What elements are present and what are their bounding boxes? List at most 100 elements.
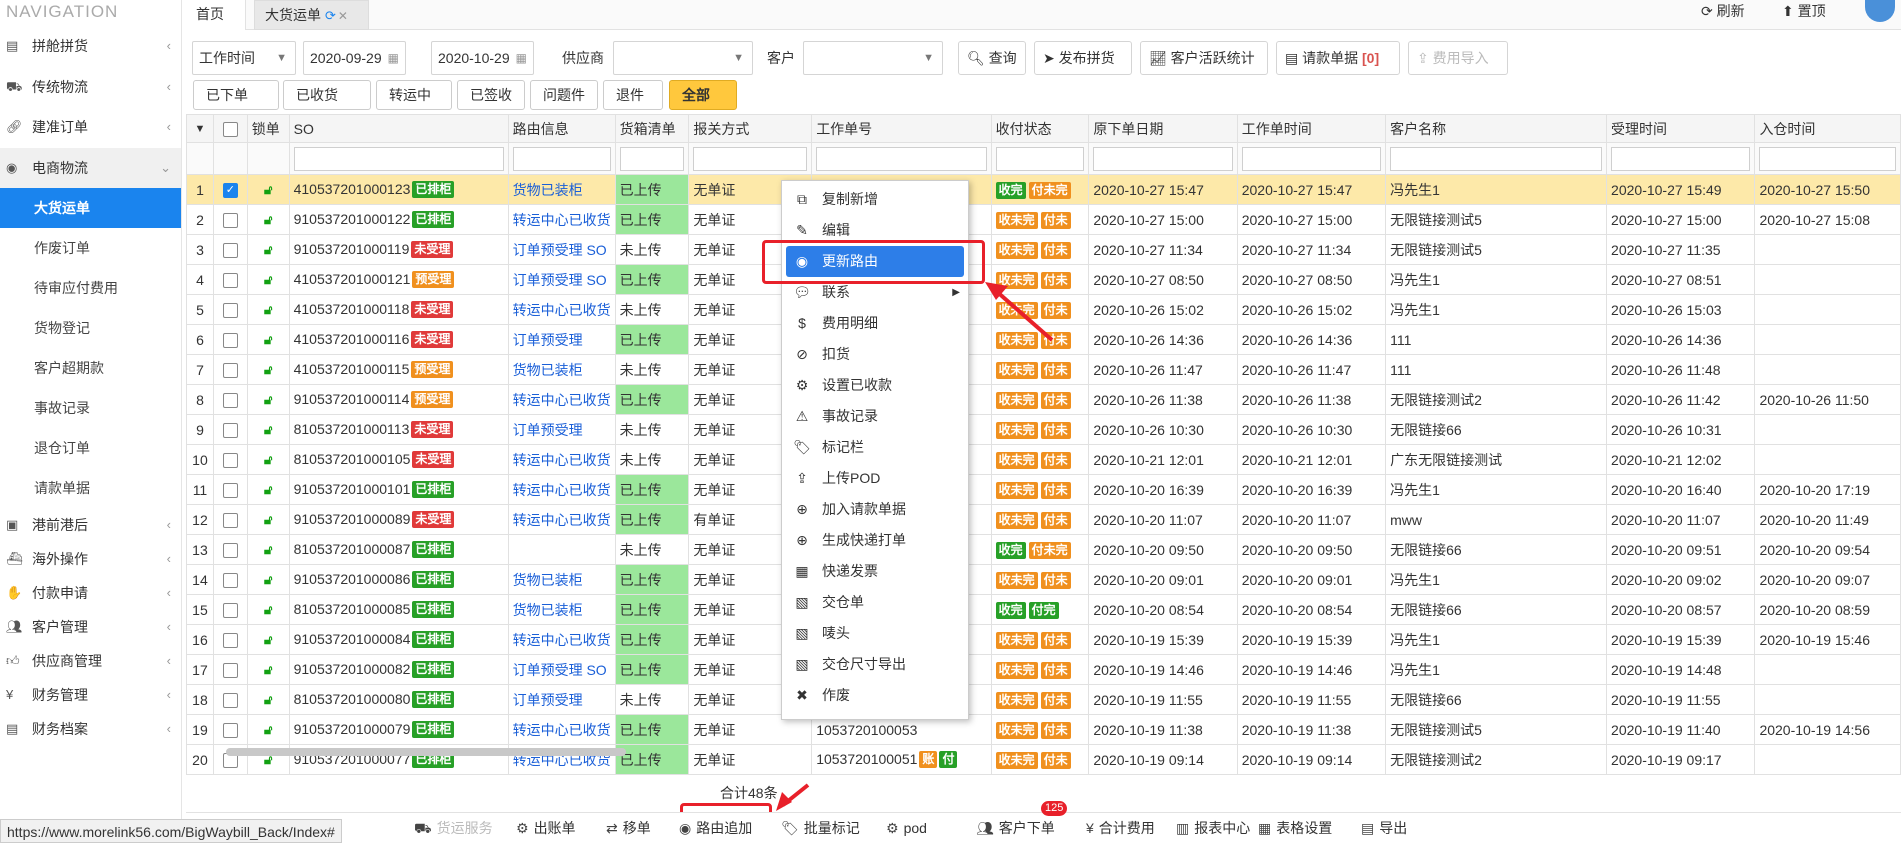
route-cell[interactable]: 货物已装柜 bbox=[507, 354, 616, 385]
row-checkbox[interactable] bbox=[212, 684, 248, 715]
context-menu-item[interactable]: 🏷︎ 标记栏 bbox=[782, 432, 968, 463]
unlock-icon[interactable]: 🔓︎ bbox=[264, 452, 272, 467]
so-cell[interactable]: 910537201000082 已排柜 bbox=[288, 654, 509, 685]
request-button[interactable]: ▤ 请款单据 [0] bbox=[1276, 41, 1400, 75]
status-filter[interactable]: 转运中8 bbox=[376, 80, 452, 132]
unlock-icon[interactable]: 🔓︎ bbox=[264, 212, 272, 227]
checkbox[interactable] bbox=[222, 272, 238, 288]
table-row[interactable]: 8 🔓︎ 910537201000114 预受理 转运中心已收货 已上传 无单证 收未完 付未 2… bbox=[186, 384, 1901, 415]
unlock-icon[interactable]: 🔓︎ bbox=[264, 542, 272, 557]
table-row[interactable]: 6🔓︎410537201000116未受理订单预受理已上传无单证账收未完付未20… bbox=[186, 324, 1901, 355]
sidebar-subitem[interactable]: 退仓订单 bbox=[0, 428, 181, 468]
unlock-icon[interactable]: 🔓︎ bbox=[264, 272, 272, 287]
checkbox[interactable] bbox=[222, 662, 238, 678]
lock-cell[interactable]: 🔓︎ bbox=[246, 534, 290, 565]
column-header[interactable]: 受理时间 bbox=[1606, 114, 1756, 143]
status-filter[interactable]: 已下单19 bbox=[193, 80, 279, 132]
bottom-item[interactable]: ⛟ 货运服务 bbox=[414, 813, 493, 843]
route-cell[interactable]: 转运中心已收货 bbox=[507, 294, 616, 325]
lock-cell[interactable]: 🔓︎ bbox=[246, 174, 290, 205]
context-menu-item[interactable]: ⊘ 扣货 bbox=[782, 339, 968, 370]
lock-cell[interactable]: 🔓︎ bbox=[246, 414, 290, 445]
unlock-icon[interactable]: 🔓︎ bbox=[264, 392, 272, 407]
table-row[interactable]: 5 🔓︎ 410537201000118 未受理 转运中心已收货 未上传 无单证 收未完 付未 2… bbox=[186, 294, 1901, 325]
route-cell[interactable]: 订单预受理 bbox=[507, 324, 616, 355]
context-menu-item[interactable]: ▧ 交仓单 bbox=[782, 587, 968, 618]
checkbox[interactable] bbox=[222, 482, 238, 498]
column-header[interactable]: 原下单日期 bbox=[1088, 114, 1238, 143]
lock-cell[interactable]: 🔓︎ bbox=[246, 234, 290, 265]
sidebar-subitem[interactable]: 事故记录 bbox=[0, 388, 181, 428]
lock-cell[interactable]: 🔓︎ bbox=[246, 384, 290, 415]
bottom-item[interactable]: ⇄ 移单 bbox=[606, 813, 651, 843]
so-cell[interactable]: 910537201000084 已排柜 bbox=[288, 624, 509, 655]
table-row[interactable]: 19 🔓︎ 910537201000079 已排柜 转运中心已收货 已上传 无单证 10537… bbox=[186, 714, 1901, 745]
lock-cell[interactable]: 🔓︎ bbox=[246, 264, 290, 295]
checkbox[interactable] bbox=[222, 242, 238, 258]
table-row[interactable]: 11🔓︎910537201000101已排柜转运中心已收货已上传无单证收收未完付… bbox=[186, 474, 1901, 505]
checkbox[interactable] bbox=[222, 302, 238, 318]
lock-cell[interactable]: 🔓︎ bbox=[246, 714, 290, 745]
filter-icon[interactable]: ▼ bbox=[186, 114, 214, 143]
row-checkbox[interactable] bbox=[212, 204, 248, 235]
route-cell[interactable]: 货物已装柜 bbox=[507, 174, 616, 205]
row-checkbox[interactable] bbox=[212, 234, 248, 265]
row-checkbox[interactable] bbox=[212, 624, 248, 655]
unlock-icon[interactable]: 🔓︎ bbox=[264, 722, 272, 737]
bottom-item[interactable]: ▥ 报表中心 bbox=[1176, 813, 1250, 843]
unlock-icon[interactable]: 🔓︎ bbox=[264, 242, 272, 257]
unlock-icon[interactable]: 🔓︎ bbox=[264, 422, 272, 437]
lock-cell[interactable]: 🔓︎ bbox=[246, 564, 290, 595]
column-header[interactable]: 报关方式 bbox=[688, 114, 813, 143]
column-filter-input[interactable] bbox=[293, 146, 504, 171]
checkbox[interactable] bbox=[222, 452, 238, 468]
row-checkbox[interactable] bbox=[212, 504, 248, 535]
tab-current[interactable]: 大货运单 ⟳ ✕ bbox=[254, 0, 369, 30]
route-cell[interactable] bbox=[507, 534, 616, 565]
bottom-item[interactable]: ⚙ 出账单 bbox=[516, 813, 576, 843]
so-cell[interactable]: 410537201000116 未受理 bbox=[288, 324, 509, 355]
bottom-item[interactable]: ▦ 表格设置 bbox=[1258, 813, 1332, 843]
row-checkbox[interactable] bbox=[212, 594, 248, 625]
sidebar-item[interactable]: ¥ 财务管理 ‹ bbox=[0, 678, 181, 712]
so-cell[interactable]: 810537201000113 未受理 bbox=[288, 414, 509, 445]
sidebar-subitem[interactable]: 大货运单 bbox=[0, 188, 181, 228]
lock-cell[interactable]: 🔓︎ bbox=[246, 294, 290, 325]
unlock-icon[interactable]: 🔓︎ bbox=[264, 572, 272, 587]
refresh-icon[interactable]: ⟳ bbox=[325, 8, 336, 23]
route-cell[interactable]: 转运中心已收货 bbox=[507, 204, 616, 235]
unlock-icon[interactable]: 🔓︎ bbox=[264, 692, 272, 707]
unlock-icon[interactable]: 🔓︎ bbox=[264, 302, 272, 317]
checkbox[interactable]: ✓ bbox=[222, 182, 238, 198]
lock-cell[interactable]: 🔓︎ bbox=[246, 624, 290, 655]
lock-cell[interactable]: 🔓︎ bbox=[246, 324, 290, 355]
column-filter-input[interactable] bbox=[1093, 146, 1233, 171]
unlock-icon[interactable]: 🔓︎ bbox=[264, 662, 272, 677]
column-filter-input[interactable] bbox=[512, 146, 611, 171]
row-checkbox[interactable] bbox=[212, 384, 248, 415]
status-filter[interactable]: 已收货18 bbox=[283, 80, 371, 132]
checkbox[interactable] bbox=[222, 212, 238, 228]
sidebar-subitem[interactable]: 客户超期款 bbox=[0, 348, 181, 388]
bottom-item[interactable]: ⚙ pod bbox=[886, 813, 927, 843]
status-filter[interactable]: 问题件0 bbox=[530, 80, 598, 132]
route-cell[interactable]: 转运中心已收货 bbox=[507, 504, 616, 535]
route-cell[interactable]: 订单预受理 SO bbox=[507, 234, 616, 265]
tab-home[interactable]: 首页 bbox=[186, 0, 246, 30]
row-checkbox[interactable] bbox=[212, 714, 248, 745]
row-checkbox[interactable]: ✓ bbox=[212, 174, 248, 205]
column-filter-input[interactable] bbox=[1759, 146, 1896, 171]
table-row[interactable]: 9 🔓︎ 810537201000113 未受理 订单预受理 未上传 无单证 收未完 付未 202… bbox=[186, 414, 1901, 445]
checkbox[interactable] bbox=[222, 632, 238, 648]
column-header[interactable]: 路由信息 bbox=[507, 114, 616, 143]
refresh-button[interactable]: ⟳ 刷新 bbox=[1701, 0, 1745, 22]
table-row[interactable]: 15 🔓︎ 810537201000085 已排柜 货物已装柜 已上传 无单证 收完 付完 202… bbox=[186, 594, 1901, 625]
context-menu-item[interactable]: ▧ 唛头 bbox=[782, 618, 968, 649]
column-header[interactable]: SO bbox=[288, 114, 509, 143]
column-filter-input[interactable] bbox=[995, 146, 1085, 171]
lock-cell[interactable]: 🔓︎ bbox=[246, 684, 290, 715]
checkbox[interactable] bbox=[222, 332, 238, 348]
unlock-icon[interactable]: 🔓︎ bbox=[264, 632, 272, 647]
table-row[interactable]: 10 🔓︎ 810537201000105 未受理 转运中心已收货 未上传 无单证 收未完 付未… bbox=[186, 444, 1901, 475]
table-row[interactable]: 2 🔓︎ 910537201000122 已排柜 转运中心已收货 已上传 无单证 收未完 付未 2… bbox=[186, 204, 1901, 235]
